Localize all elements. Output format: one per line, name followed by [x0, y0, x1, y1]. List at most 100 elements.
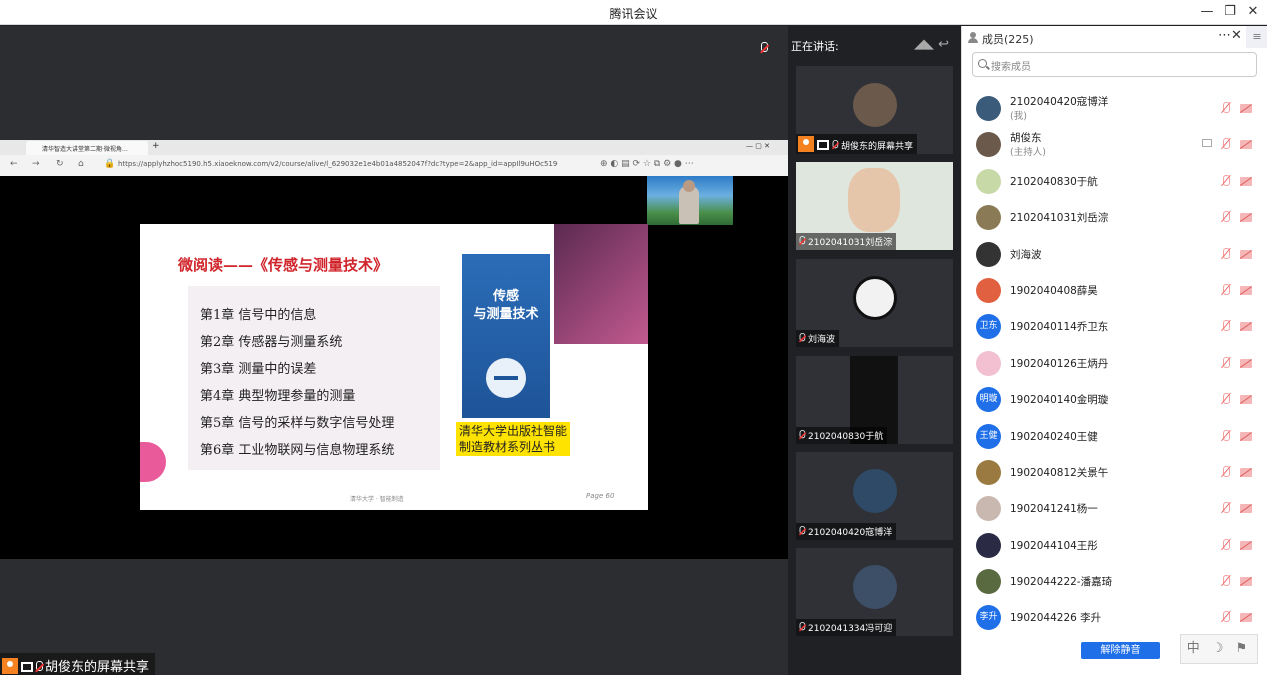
video-tile[interactable]: 刘海波 — [796, 259, 953, 347]
camera-off-icon[interactable] — [1240, 504, 1252, 514]
browser-tab[interactable]: 清华智造大讲堂第二期·微视角… — [26, 141, 148, 155]
slide-heading: 微阅读——《传感与测量技术》 — [178, 256, 389, 274]
new-tab-icon[interactable]: + — [152, 141, 160, 151]
member-avatar — [976, 168, 1001, 194]
member-name: 1902044222-潘嘉琦 — [1010, 576, 1113, 589]
member-row[interactable]: 李升 1902044226 李升 — [962, 599, 1267, 635]
mic-off-icon[interactable] — [1220, 393, 1232, 406]
video-tile[interactable]: 2102040830于航 — [796, 356, 953, 444]
mic-off-icon[interactable] — [1220, 102, 1232, 115]
video-tile[interactable]: 2102040420寇博洋 — [796, 452, 953, 540]
tile-name: 2102041031刘岳淙 — [808, 238, 893, 248]
camera-off-icon[interactable] — [1240, 322, 1252, 332]
slide-footer-text: 清华大学 · 智能制造 — [350, 496, 404, 503]
mic-off-icon[interactable] — [1220, 575, 1232, 588]
mic-off-icon[interactable] — [1220, 356, 1232, 370]
camera-off-icon[interactable] — [1240, 358, 1252, 368]
camera-off-icon[interactable] — [1240, 176, 1252, 186]
member-avatar — [976, 277, 1001, 303]
member-role: (主持人) — [1010, 147, 1046, 159]
mic-off-icon[interactable] — [1220, 138, 1232, 151]
tile-name: 2102040420寇博洋 — [808, 528, 893, 538]
minimize-button[interactable]: — — [1198, 4, 1216, 20]
back-icon[interactable]: ← — [10, 159, 18, 169]
mic-off-icon[interactable] — [1220, 211, 1232, 224]
member-row[interactable]: 2102040830于航 — [962, 163, 1267, 199]
member-row[interactable]: 王健 1902040240王健 — [962, 418, 1267, 454]
mic-off-icon[interactable] — [1220, 429, 1232, 443]
camera-off-icon[interactable] — [1240, 213, 1252, 223]
presentation-view: 微阅读——《传感与测量技术》 第1章 信号中的信息 第2章 传感器与测量系统 第… — [0, 176, 788, 559]
member-row[interactable]: 1902040812关景午 — [962, 454, 1267, 490]
address-bar[interactable]: https://applyhzhoc5190.h5.xiaoeknow.com/… — [118, 160, 558, 168]
speaker-column: 正在讲话: ◢◣ ↩ 胡俊东的屏幕共享 2102041031刘岳淙 刘海波 21… — [788, 26, 961, 675]
speaking-label: 正在讲话: — [791, 40, 839, 53]
member-name: 1902040812关景午 — [1010, 466, 1109, 479]
camera-off-icon[interactable] — [1240, 431, 1252, 441]
tile-name: 2102040830于航 — [808, 432, 884, 442]
member-row[interactable]: 1902040408薛昊 — [962, 272, 1267, 308]
member-name: 1902044226 李升 — [1010, 612, 1102, 625]
camera-off-icon[interactable] — [1240, 285, 1252, 295]
more-icon[interactable]: ⋯ — [1218, 28, 1231, 43]
member-row[interactable]: 2102040420寇博洋 (我) — [962, 90, 1267, 126]
camera-off-icon[interactable] — [1240, 613, 1252, 623]
tile-label: 刘海波 — [796, 330, 840, 347]
member-row[interactable]: 刘海波 — [962, 236, 1267, 272]
host-icon — [2, 658, 18, 674]
camera-off-icon[interactable] — [1240, 577, 1252, 587]
chapter-list: 第1章 信号中的信息 第2章 传感器与测量系统 第3章 测量中的误差 第4章 典… — [188, 286, 440, 470]
home-icon[interactable]: ⌂ — [78, 159, 84, 169]
participant-avatar — [853, 276, 897, 320]
member-row[interactable]: 卫东 1902040114乔卫东 — [962, 308, 1267, 344]
restore-button[interactable]: ❐ — [1221, 4, 1239, 20]
shared-screen-area: 清华智造大讲堂第二期·微视角… + — ▢ ✕ ← → ↻ ⌂ 🔒 https:… — [0, 26, 788, 675]
share-label-text: 胡俊东的屏幕共享 — [45, 660, 150, 675]
tile-label: 2102040830于航 — [796, 427, 888, 444]
forward-icon[interactable]: → — [32, 159, 40, 169]
close-panel-icon[interactable]: ✕ — [1231, 28, 1242, 43]
mic-off-icon[interactable] — [760, 37, 776, 53]
mic-off-icon[interactable] — [1220, 465, 1232, 479]
book-title: 传感 与测量技术 — [462, 288, 550, 324]
mic-off-icon[interactable] — [1220, 538, 1232, 552]
member-name: 1902041241杨一 — [1010, 503, 1098, 516]
unmute-button[interactable]: 解除静音 — [1081, 642, 1160, 659]
menu-icon[interactable]: ≡ — [1246, 26, 1267, 48]
member-row[interactable]: 1902044222-潘嘉琦 — [962, 563, 1267, 599]
mic-off-icon[interactable] — [1220, 502, 1232, 515]
member-name: 1902040140金明璇 — [1010, 394, 1109, 407]
close-button[interactable]: ✕ — [1244, 4, 1262, 20]
camera-off-icon[interactable] — [1240, 249, 1252, 259]
browser-window-controls[interactable]: — ▢ ✕ — [746, 142, 770, 150]
ime-indicator[interactable]: 中 ☽ ⚑ — [1180, 634, 1258, 664]
extension-icons[interactable]: ⊕ ◐ ▤ ⟳ ☆ ⧉ ⚙ ● ⋯ — [600, 159, 694, 169]
member-row[interactable]: 1902040126王炳丹 — [962, 345, 1267, 381]
camera-off-icon[interactable] — [1240, 467, 1252, 477]
layout-icons[interactable]: ◢◣ ↩ — [914, 37, 949, 52]
member-name: 1902040126王炳丹 — [1010, 357, 1109, 370]
reload-icon[interactable]: ↻ — [56, 159, 64, 169]
video-tile[interactable]: 2102041334冯可迎 — [796, 548, 953, 636]
mic-off-icon[interactable] — [1220, 611, 1232, 624]
camera-off-icon[interactable] — [1240, 104, 1252, 113]
video-tile[interactable]: 胡俊东的屏幕共享 — [796, 66, 953, 154]
member-row[interactable]: 明璇 1902040140金明璇 — [962, 381, 1267, 417]
mic-off-icon[interactable] — [1220, 320, 1232, 333]
member-row[interactable]: 2102041031刘岳淙 — [962, 199, 1267, 235]
member-avatar — [976, 459, 1001, 485]
member-row[interactable]: 1902044104王彤 — [962, 527, 1267, 563]
member-row[interactable]: 胡俊东 (主持人) — [962, 126, 1267, 162]
mic-off-icon — [799, 622, 806, 632]
search-icon — [978, 59, 987, 68]
camera-off-icon[interactable] — [1240, 140, 1252, 150]
camera-off-icon[interactable] — [1240, 540, 1252, 550]
mic-off-icon[interactable] — [1220, 283, 1232, 297]
mic-off-icon[interactable] — [1220, 247, 1232, 261]
member-row[interactable]: 1902041241杨一 — [962, 490, 1267, 526]
member-search-input[interactable]: 搜索成员 — [972, 52, 1257, 77]
mic-off-icon[interactable] — [1220, 174, 1232, 188]
video-tile[interactable]: 2102041031刘岳淙 — [796, 162, 953, 250]
camera-off-icon[interactable] — [1240, 395, 1252, 405]
member-role: (我) — [1010, 111, 1027, 122]
